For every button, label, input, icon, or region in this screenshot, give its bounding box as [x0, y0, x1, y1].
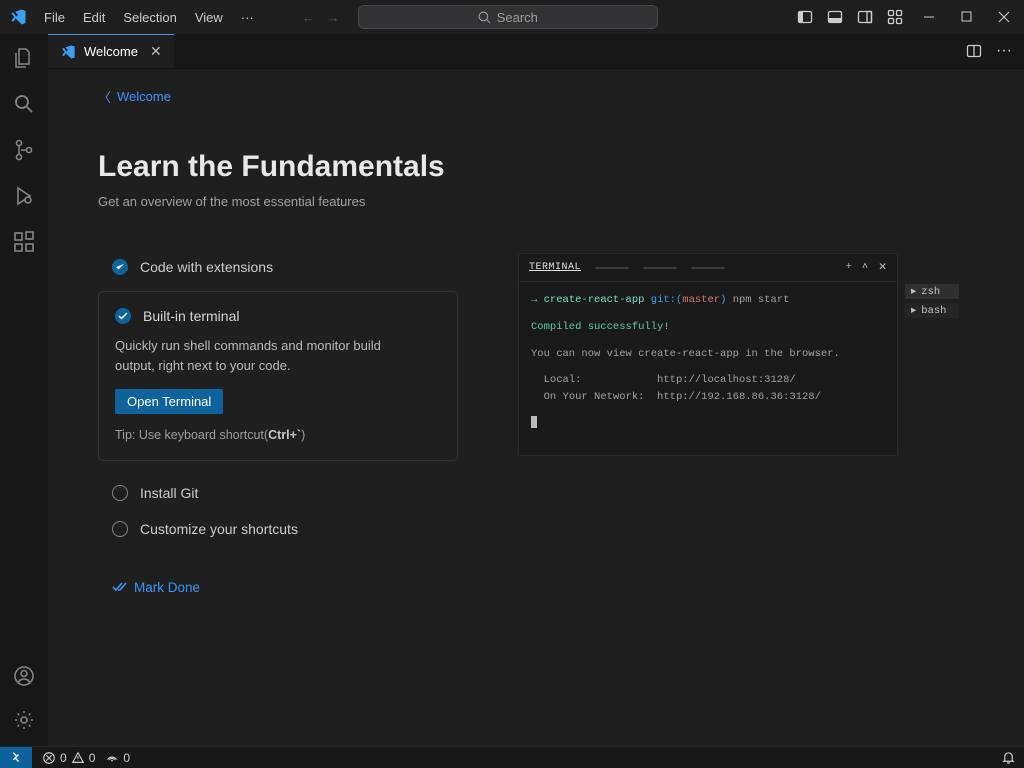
- close-icon[interactable]: [998, 11, 1010, 23]
- terminal-list-item: ▸bash: [905, 303, 959, 318]
- back-label: Welcome: [117, 89, 171, 104]
- status-notifications-icon[interactable]: [1001, 750, 1016, 765]
- terminal-output: → create-react-app git:(master) npm star…: [519, 282, 897, 455]
- status-bar: 0 0 0: [0, 746, 1024, 768]
- more-actions-icon[interactable]: ···: [996, 42, 1012, 60]
- step-install-git[interactable]: Install Git: [98, 475, 458, 511]
- maximize-icon[interactable]: [961, 11, 972, 23]
- tab-welcome[interactable]: Welcome ✕: [48, 34, 174, 68]
- terminal-preview: TERMINAL + ˄ ✕ → creat: [518, 249, 898, 595]
- chevron-up-icon: ˄: [862, 261, 868, 274]
- menu-view[interactable]: View: [187, 6, 231, 29]
- terminal-list-item: ▸zsh: [905, 284, 959, 299]
- mark-done-label: Mark Done: [134, 580, 200, 595]
- menu-overflow-icon[interactable]: ···: [233, 6, 262, 29]
- layout-controls: [797, 9, 903, 25]
- menu-file[interactable]: File: [36, 6, 73, 29]
- menu-bar: File Edit Selection View ···: [36, 6, 262, 29]
- check-icon: [112, 259, 128, 275]
- accounts-icon[interactable]: [12, 664, 36, 688]
- tab-title: Welcome: [84, 44, 138, 59]
- split-editor-icon[interactable]: [966, 43, 982, 59]
- terminal-list: ▸zsh ▸bash: [905, 284, 959, 318]
- search-icon[interactable]: [12, 92, 36, 116]
- terminal-panel-tab: TERMINAL: [529, 262, 581, 273]
- toggle-primary-sidebar-icon[interactable]: [797, 9, 813, 25]
- menu-edit[interactable]: Edit: [75, 6, 113, 29]
- status-warnings-count: 0: [89, 751, 96, 765]
- chevron-left-icon: 〈: [98, 87, 111, 106]
- terminal-cursor: [531, 416, 537, 428]
- step-customize-shortcuts[interactable]: Customize your shortcuts: [98, 511, 458, 547]
- nav-arrows: ← →: [302, 10, 340, 25]
- status-ports-count: 0: [123, 751, 130, 765]
- window-controls: [923, 11, 1010, 23]
- page-title: Learn the Fundamentals: [98, 150, 974, 184]
- status-ports[interactable]: 0: [105, 751, 130, 765]
- new-terminal-icon: +: [846, 261, 852, 274]
- step-code-with-extensions[interactable]: Code with extensions: [98, 249, 458, 285]
- circle-icon: [112, 485, 128, 501]
- check-icon: [115, 308, 131, 324]
- menu-selection[interactable]: Selection: [115, 6, 184, 29]
- nav-back-icon[interactable]: ←: [302, 10, 315, 25]
- explorer-icon[interactable]: [12, 46, 36, 70]
- step-description: Quickly run shell commands and monitor b…: [115, 336, 395, 375]
- status-problems[interactable]: 0 0: [42, 751, 95, 765]
- open-terminal-button[interactable]: Open Terminal: [115, 389, 223, 414]
- activity-bar: [0, 34, 48, 746]
- vscode-tab-icon: [60, 44, 76, 60]
- step-built-in-terminal: Built-in terminal Quickly run shell comm…: [98, 291, 458, 461]
- run-debug-icon[interactable]: [12, 184, 36, 208]
- step-label: Customize your shortcuts: [140, 521, 298, 537]
- tab-close-icon[interactable]: ✕: [150, 43, 162, 60]
- circle-icon: [112, 521, 128, 537]
- status-errors-count: 0: [60, 751, 67, 765]
- remote-indicator-icon[interactable]: [0, 747, 32, 768]
- vscode-logo-icon: [8, 7, 28, 27]
- source-control-icon[interactable]: [12, 138, 36, 162]
- step-label: Install Git: [140, 485, 198, 501]
- customize-layout-icon[interactable]: [887, 9, 903, 25]
- welcome-content: 〈 Welcome Learn the Fundamentals Get an …: [48, 69, 1024, 746]
- tab-bar: Welcome ✕ ···: [48, 34, 1024, 69]
- page-subtitle: Get an overview of the most essential fe…: [98, 194, 974, 209]
- minimize-icon[interactable]: [923, 11, 935, 23]
- terminal-actions: + ˄ ✕: [846, 261, 887, 274]
- back-to-welcome-link[interactable]: 〈 Welcome: [98, 87, 974, 106]
- toggle-secondary-sidebar-icon[interactable]: [857, 9, 873, 25]
- search-placeholder: Search: [497, 10, 538, 25]
- close-panel-icon: ✕: [878, 261, 887, 274]
- toggle-panel-icon[interactable]: [827, 9, 843, 25]
- step-label: Built-in terminal: [143, 308, 239, 324]
- extensions-icon[interactable]: [12, 230, 36, 254]
- mark-done-link[interactable]: Mark Done: [112, 579, 458, 595]
- nav-forward-icon[interactable]: →: [327, 10, 340, 25]
- settings-gear-icon[interactable]: [12, 708, 36, 732]
- search-input[interactable]: Search: [358, 5, 658, 29]
- step-tip: Tip: Use keyboard shortcut(Ctrl+`): [115, 428, 441, 442]
- titlebar: File Edit Selection View ··· ← → Search: [0, 0, 1024, 34]
- step-label: Code with extensions: [140, 259, 273, 275]
- check-all-icon: [112, 579, 128, 595]
